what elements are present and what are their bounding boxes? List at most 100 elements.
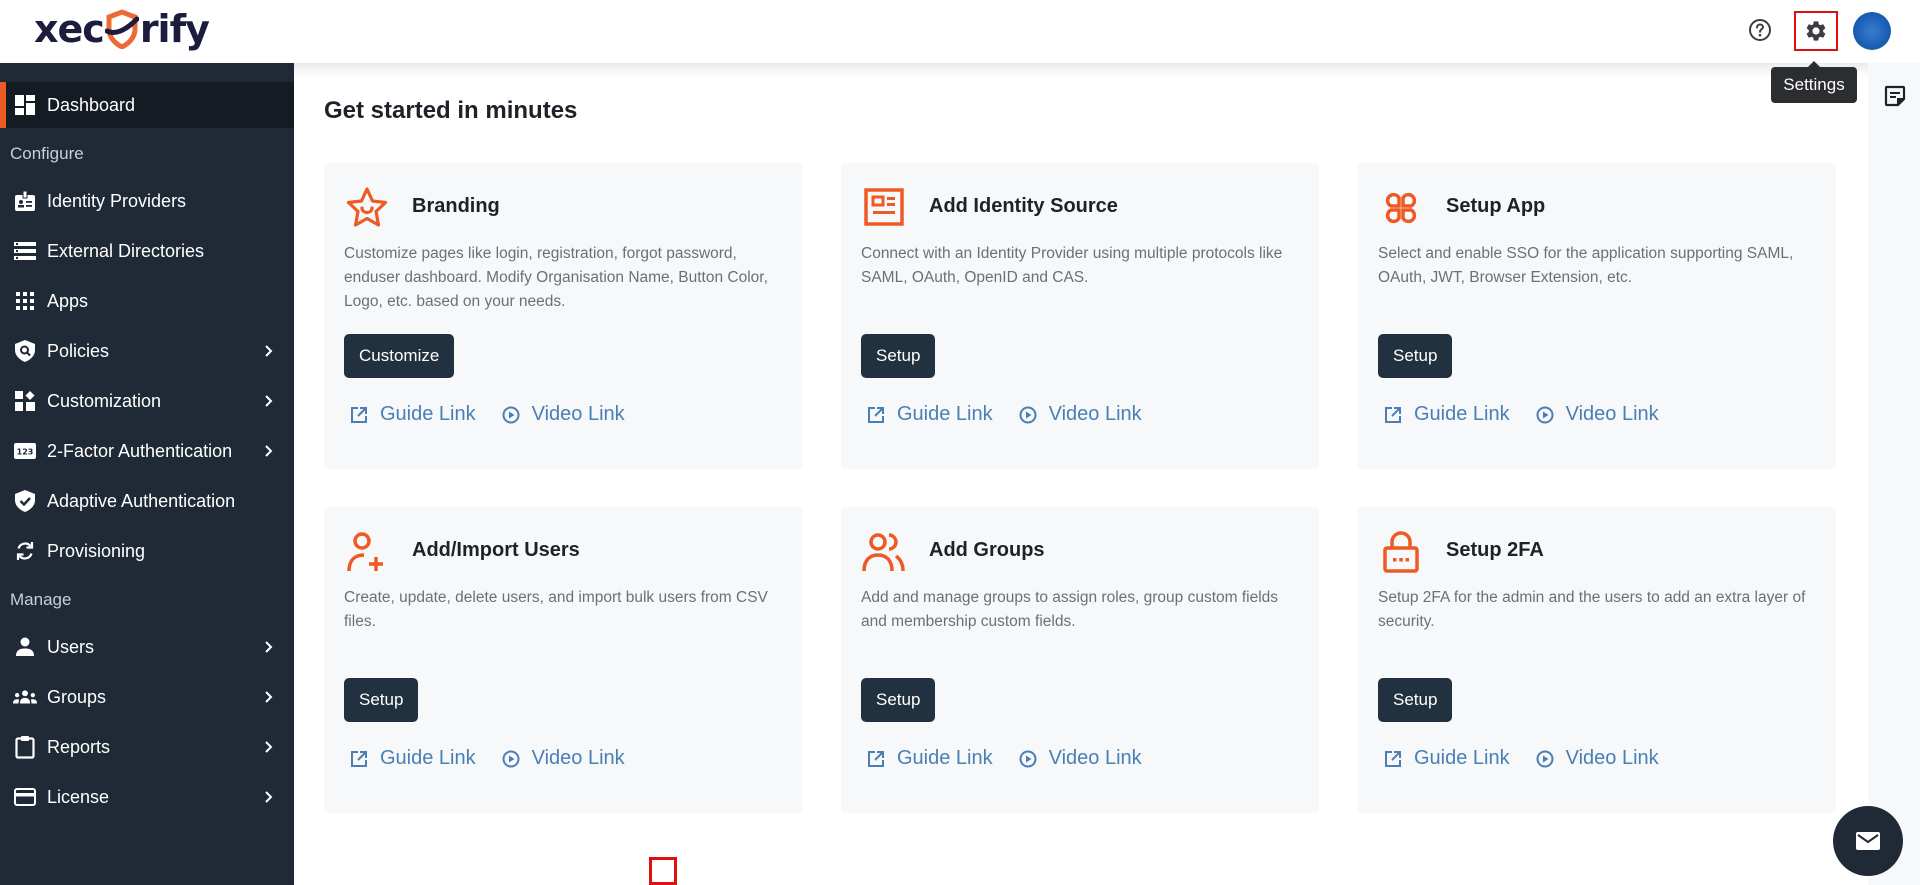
chevron-right-icon [265, 641, 273, 653]
sidebar-item-label: Customization [47, 390, 162, 411]
setup-users-button[interactable]: Setup [344, 678, 419, 722]
card-description: Connect with an Identity Provider using … [861, 245, 1283, 286]
sidebar-item-label: Provisioning [47, 540, 146, 561]
clipboard-icon [13, 735, 37, 759]
card-title: Add/Import Users [412, 539, 580, 561]
sync-icon [13, 539, 37, 563]
sidebar-item-adaptive-authentication[interactable]: Adaptive Authentication [0, 478, 294, 524]
guide-link-label: Guide Link [897, 747, 993, 769]
sidebar-item-label: External Directories [47, 240, 205, 261]
id-card-icon [864, 188, 904, 226]
sidebar-item-reports[interactable]: Reports [0, 724, 294, 770]
play-circle-icon [502, 750, 520, 767]
card-description: Customize pages like login, registration… [344, 245, 768, 310]
guide-link[interactable]: Guide Link [350, 747, 476, 770]
svg-text:123: 123 [17, 448, 34, 457]
star-smile-icon [346, 187, 388, 227]
video-link[interactable]: Video Link [1019, 747, 1142, 770]
app-clover-icon [1385, 192, 1417, 224]
guide-link[interactable]: Guide Link [867, 747, 993, 770]
play-circle-icon [1536, 750, 1554, 767]
card-add-import-users: Add/Import Users Create, update, delete … [324, 507, 802, 813]
sidebar-item-label: Users [47, 636, 95, 657]
video-link[interactable]: Video Link [1536, 403, 1659, 426]
external-link-icon [1385, 750, 1401, 767]
server-list-icon [13, 239, 37, 263]
card-add-identity-source: Add Identity Source Connect with an Iden… [841, 163, 1319, 469]
apps-grid-icon [13, 289, 37, 313]
guide-link[interactable]: Guide Link [1384, 747, 1510, 770]
logo-shield-icon [104, 9, 139, 49]
sidebar-item-dashboard[interactable]: Dashboard [0, 82, 294, 128]
card-title: Branding [412, 195, 500, 217]
video-link[interactable]: Video Link [502, 747, 625, 770]
external-link-icon [868, 750, 884, 767]
setup-groups-button[interactable]: Setup [861, 678, 936, 722]
card-title: Setup App [1446, 195, 1546, 217]
sidebar-item-customization[interactable]: Customization [0, 378, 294, 424]
guide-link[interactable]: Guide Link [867, 403, 993, 426]
id-badge-icon [13, 189, 37, 213]
chevron-right-icon [265, 691, 273, 703]
guide-link-label: Guide Link [1414, 747, 1510, 769]
sidebar-item-label: Apps [47, 290, 89, 311]
logo-text-left: xec [34, 7, 105, 51]
chevron-right-icon [265, 395, 273, 407]
play-circle-icon [1536, 406, 1554, 423]
sidebar-item-identity-providers[interactable]: Identity Providers [0, 178, 294, 224]
mail-icon [1856, 832, 1880, 850]
card-add-groups: Add Groups Add and manage groups to assi… [841, 507, 1319, 813]
card-description: Add and manage groups to assign roles, g… [861, 589, 1279, 630]
credit-card-icon [13, 785, 37, 809]
sidebar-item-2fa[interactable]: 123 2-Factor Authentication [0, 428, 294, 474]
setup-2fa-button[interactable]: Setup [1378, 678, 1453, 722]
sidebar-item-label: Reports [47, 736, 111, 757]
setup-identity-source-button[interactable]: Setup [861, 334, 936, 378]
users-group-icon [862, 533, 905, 572]
user-avatar[interactable] [1853, 12, 1891, 50]
card-description: Create, update, delete users, and import… [344, 589, 768, 630]
shield-check-icon [13, 489, 37, 513]
guide-link[interactable]: Guide Link [1384, 403, 1510, 426]
shield-search-icon [13, 339, 37, 363]
sidebar-item-label: Dashboard [47, 94, 136, 115]
page-title: Get started in minutes [324, 97, 578, 124]
logo-text-right: rify [139, 7, 210, 51]
play-circle-icon [1019, 406, 1037, 423]
highlight-box [649, 857, 677, 885]
sidebar-item-policies[interactable]: Policies [0, 328, 294, 374]
video-link-label: Video Link [1565, 403, 1659, 425]
video-link-label: Video Link [531, 747, 625, 769]
card-description: Setup 2FA for the admin and the users to… [1378, 589, 1806, 630]
guide-link-label: Guide Link [380, 403, 476, 425]
chevron-right-icon [265, 791, 273, 803]
video-link[interactable]: Video Link [1019, 403, 1142, 426]
guide-link[interactable]: Guide Link [350, 403, 476, 426]
video-link[interactable]: Video Link [1536, 747, 1659, 770]
guide-link-label: Guide Link [1414, 403, 1510, 425]
widgets-icon [13, 389, 37, 413]
sidebar-item-groups[interactable]: Groups [0, 674, 294, 720]
contact-us-button[interactable] [1833, 806, 1903, 876]
guide-link-label: Guide Link [897, 403, 993, 425]
groups-icon [13, 685, 37, 709]
sidebar-item-license[interactable]: License [0, 774, 294, 820]
right-side-panel [1868, 63, 1920, 885]
customize-button[interactable]: Customize [344, 334, 455, 378]
user-icon [13, 635, 37, 659]
sidebar-item-provisioning[interactable]: Provisioning [0, 528, 294, 574]
sticky-note-icon[interactable] [1883, 84, 1907, 108]
sidebar-item-external-directories[interactable]: External Directories [0, 228, 294, 274]
xecurify-logo[interactable]: xec rify [34, 6, 210, 52]
setup-app-button[interactable]: Setup [1378, 334, 1453, 378]
card-setup-2fa: Setup 2FA Setup 2FA for the admin and th… [1358, 507, 1836, 813]
sidebar-item-apps[interactable]: Apps [0, 278, 294, 324]
settings-button[interactable] [1794, 11, 1838, 51]
section-label-manage: Manage [10, 590, 72, 609]
card-branding: Branding Customize pages like login, reg… [324, 163, 802, 469]
help-button[interactable] [1742, 12, 1778, 48]
video-link[interactable]: Video Link [502, 403, 625, 426]
sidebar-item-users[interactable]: Users [0, 624, 294, 670]
sidebar: Dashboard Configure Identity Providers E… [0, 63, 294, 885]
external-link-icon [1385, 406, 1401, 423]
